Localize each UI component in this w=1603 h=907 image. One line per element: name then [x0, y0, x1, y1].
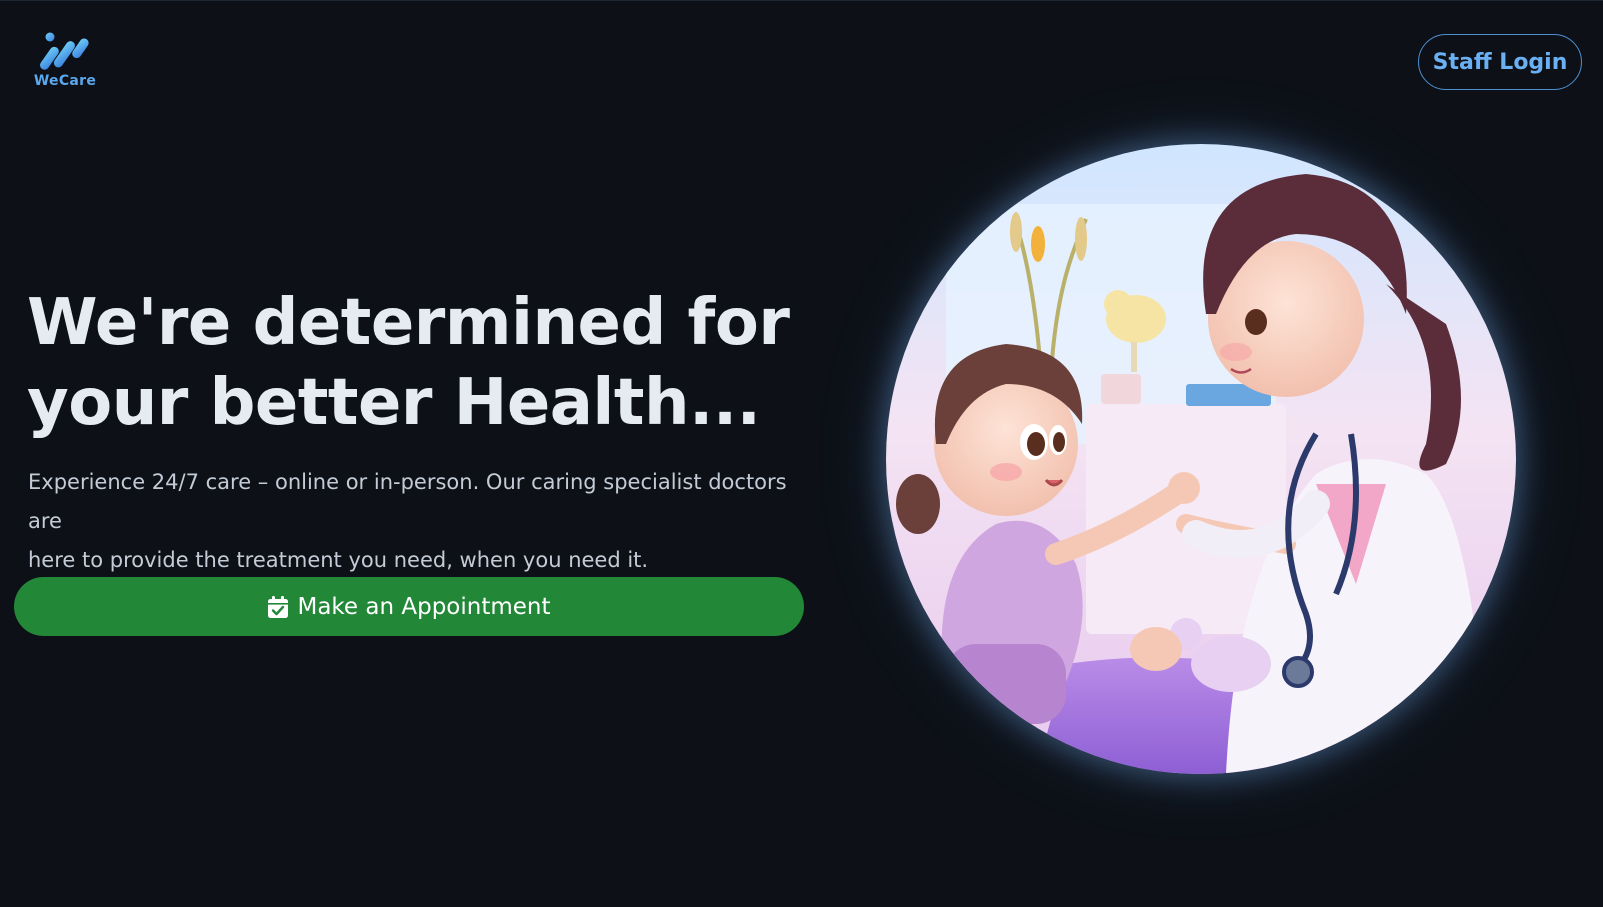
calendar-check-icon: [267, 595, 289, 619]
brand-logo[interactable]: WeCare: [30, 31, 100, 95]
hero-subtext-line1: Experience 24/7 care – online or in-pers…: [28, 470, 787, 533]
hero-headline-line1: We're determined for: [27, 286, 790, 360]
make-appointment-button[interactable]: Make an Appointment: [14, 577, 804, 636]
landing-page: WeCare Staff Login We're determined for …: [0, 0, 1603, 907]
staff-login-button[interactable]: Staff Login: [1418, 34, 1582, 90]
brand-name: WeCare: [33, 73, 97, 89]
hero-subtext-line2: here to provide the treatment you need, …: [28, 548, 649, 572]
make-appointment-label: Make an Appointment: [297, 593, 551, 620]
hero-subtext: Experience 24/7 care – online or in-pers…: [28, 463, 818, 580]
hero-headline-line2: your better Health...: [27, 366, 761, 440]
doctor-child-illustration: [886, 144, 1516, 774]
wecare-logo-icon: [40, 32, 89, 70]
hero-headline: We're determined for your better Health.…: [27, 283, 807, 443]
